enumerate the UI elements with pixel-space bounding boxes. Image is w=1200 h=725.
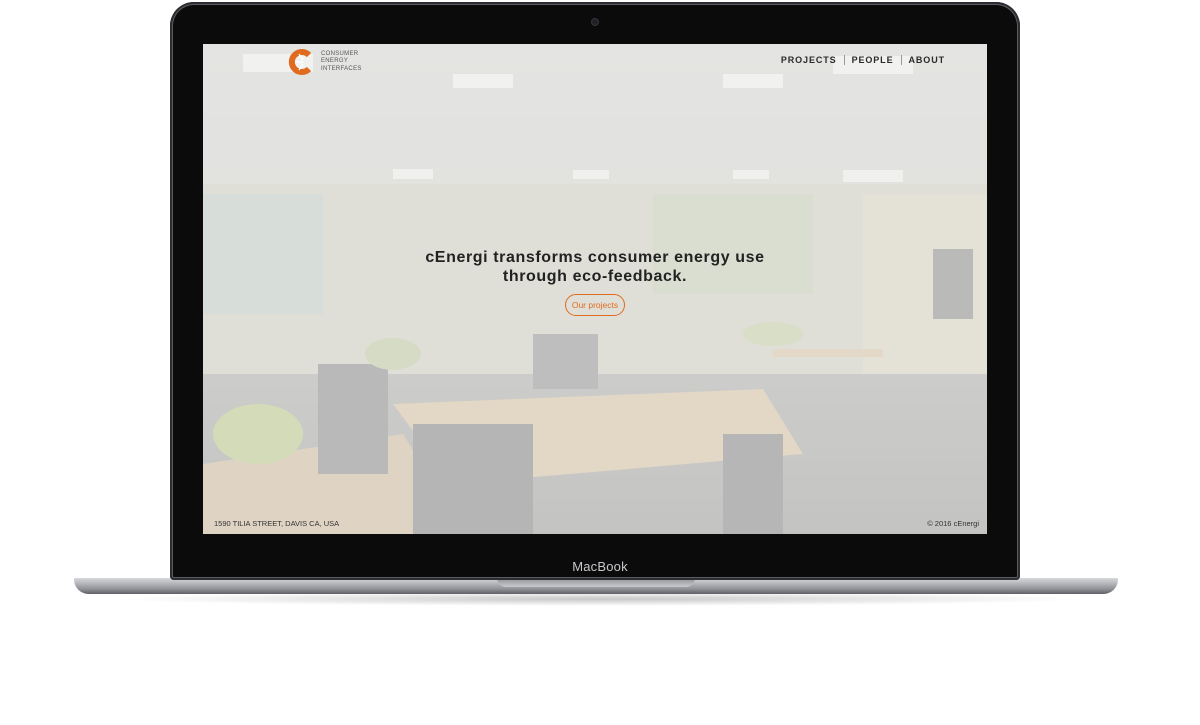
logo-wordmark: CONSUMER ENERGY INTERFACES bbox=[321, 51, 362, 74]
laptop-brand-label: MacBook bbox=[572, 559, 628, 574]
nav-divider bbox=[900, 55, 902, 65]
logo-line: ENERGY bbox=[321, 58, 349, 65]
main-nav: PROJECTS PEOPLE ABOUT bbox=[781, 55, 945, 65]
website-screen: CONSUMER ENERGY INTERFACES PROJECTS PEOP… bbox=[203, 44, 987, 534]
logo-line: INTERFACES bbox=[321, 65, 362, 72]
footer-address: 1590 TILIA STREET, DAVIS CA, USA bbox=[214, 519, 340, 528]
hero-headline: cEnergi transforms consumer energy use t… bbox=[425, 249, 765, 285]
laptop-shadow bbox=[110, 592, 1090, 606]
nav-divider bbox=[843, 55, 845, 65]
footer-copyright: © 2016 cEnergi bbox=[927, 519, 979, 528]
site-logo[interactable]: CONSUMER ENERGY INTERFACES bbox=[287, 48, 362, 76]
hero-section: cEnergi transforms consumer energy use t… bbox=[203, 248, 987, 316]
cenergi-logo-icon bbox=[288, 49, 312, 75]
nav-people[interactable]: PEOPLE bbox=[852, 55, 894, 65]
our-projects-button[interactable]: Our projects bbox=[564, 294, 626, 316]
logo-line: CONSUMER bbox=[321, 50, 359, 57]
nav-projects[interactable]: PROJECTS bbox=[781, 55, 837, 65]
nav-about[interactable]: ABOUT bbox=[909, 55, 946, 65]
camera-icon bbox=[592, 19, 598, 25]
laptop-mockup: MacBook CONSUMER ENERGY INTERFACES PROJE… bbox=[0, 0, 1200, 725]
